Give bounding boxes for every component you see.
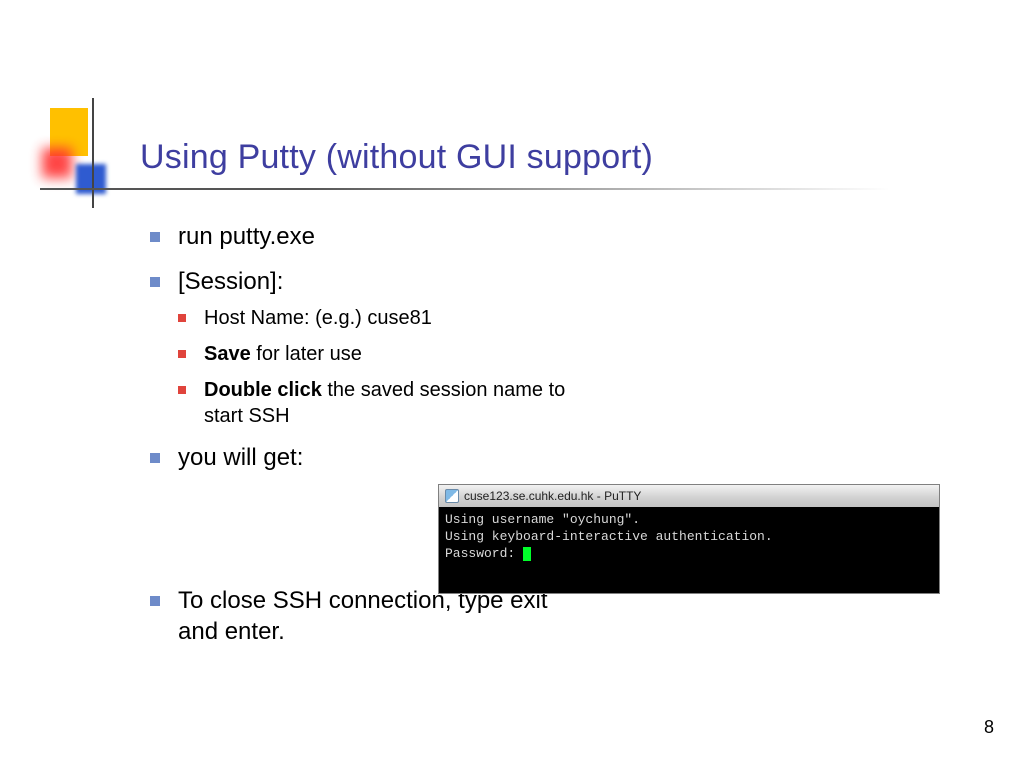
bullet-text: you will get: bbox=[178, 444, 303, 471]
sub-bullet-text: Host Name: (e.g.) cuse81 bbox=[204, 307, 432, 329]
ornament-red-square bbox=[42, 148, 72, 178]
putty-titlebar: cuse123.se.cuhk.edu.hk - PuTTY bbox=[439, 485, 939, 507]
putty-icon bbox=[445, 489, 459, 503]
page-number: 8 bbox=[984, 717, 994, 738]
bullet-item: run putty.exe bbox=[150, 222, 590, 253]
terminal-line: Password: bbox=[445, 546, 523, 561]
slide-corner-ornament bbox=[42, 108, 112, 198]
terminal-line: Using username "oychung". bbox=[445, 512, 640, 527]
putty-terminal-body: Using username "oychung". Using keyboard… bbox=[439, 507, 939, 593]
terminal-line: Using keyboard-interactive authenticatio… bbox=[445, 529, 773, 544]
ornament-vertical-line bbox=[92, 98, 94, 208]
slide-title: Using Putty (without GUI support) bbox=[140, 138, 984, 183]
bullet-text: [Session]: bbox=[178, 268, 283, 295]
sub-bullet-bold: Double click bbox=[204, 379, 322, 401]
bullet-text: run putty.exe bbox=[178, 223, 315, 250]
terminal-cursor bbox=[523, 547, 531, 561]
sub-bullet-item: Save for later use bbox=[178, 341, 590, 367]
bullet-text: To close SSH connection, type exit and e… bbox=[178, 587, 548, 645]
title-divider bbox=[40, 188, 984, 190]
slide-body: run putty.exe [Session]: Host Name: (e.g… bbox=[150, 222, 590, 662]
sub-bullet-bold: Save bbox=[204, 343, 251, 365]
sub-bullet-item: Host Name: (e.g.) cuse81 bbox=[178, 305, 590, 331]
sub-bullet-text: for later use bbox=[251, 343, 362, 365]
putty-window: cuse123.se.cuhk.edu.hk - PuTTY Using use… bbox=[438, 484, 940, 594]
sub-bullet-item: Double click the saved session name to s… bbox=[178, 377, 590, 429]
putty-window-title: cuse123.se.cuhk.edu.hk - PuTTY bbox=[464, 489, 641, 503]
bullet-item: To close SSH connection, type exit and e… bbox=[150, 586, 590, 647]
bullet-item: [Session]: Host Name: (e.g.) cuse81 Save… bbox=[150, 267, 590, 430]
bullet-item: you will get: bbox=[150, 443, 590, 474]
